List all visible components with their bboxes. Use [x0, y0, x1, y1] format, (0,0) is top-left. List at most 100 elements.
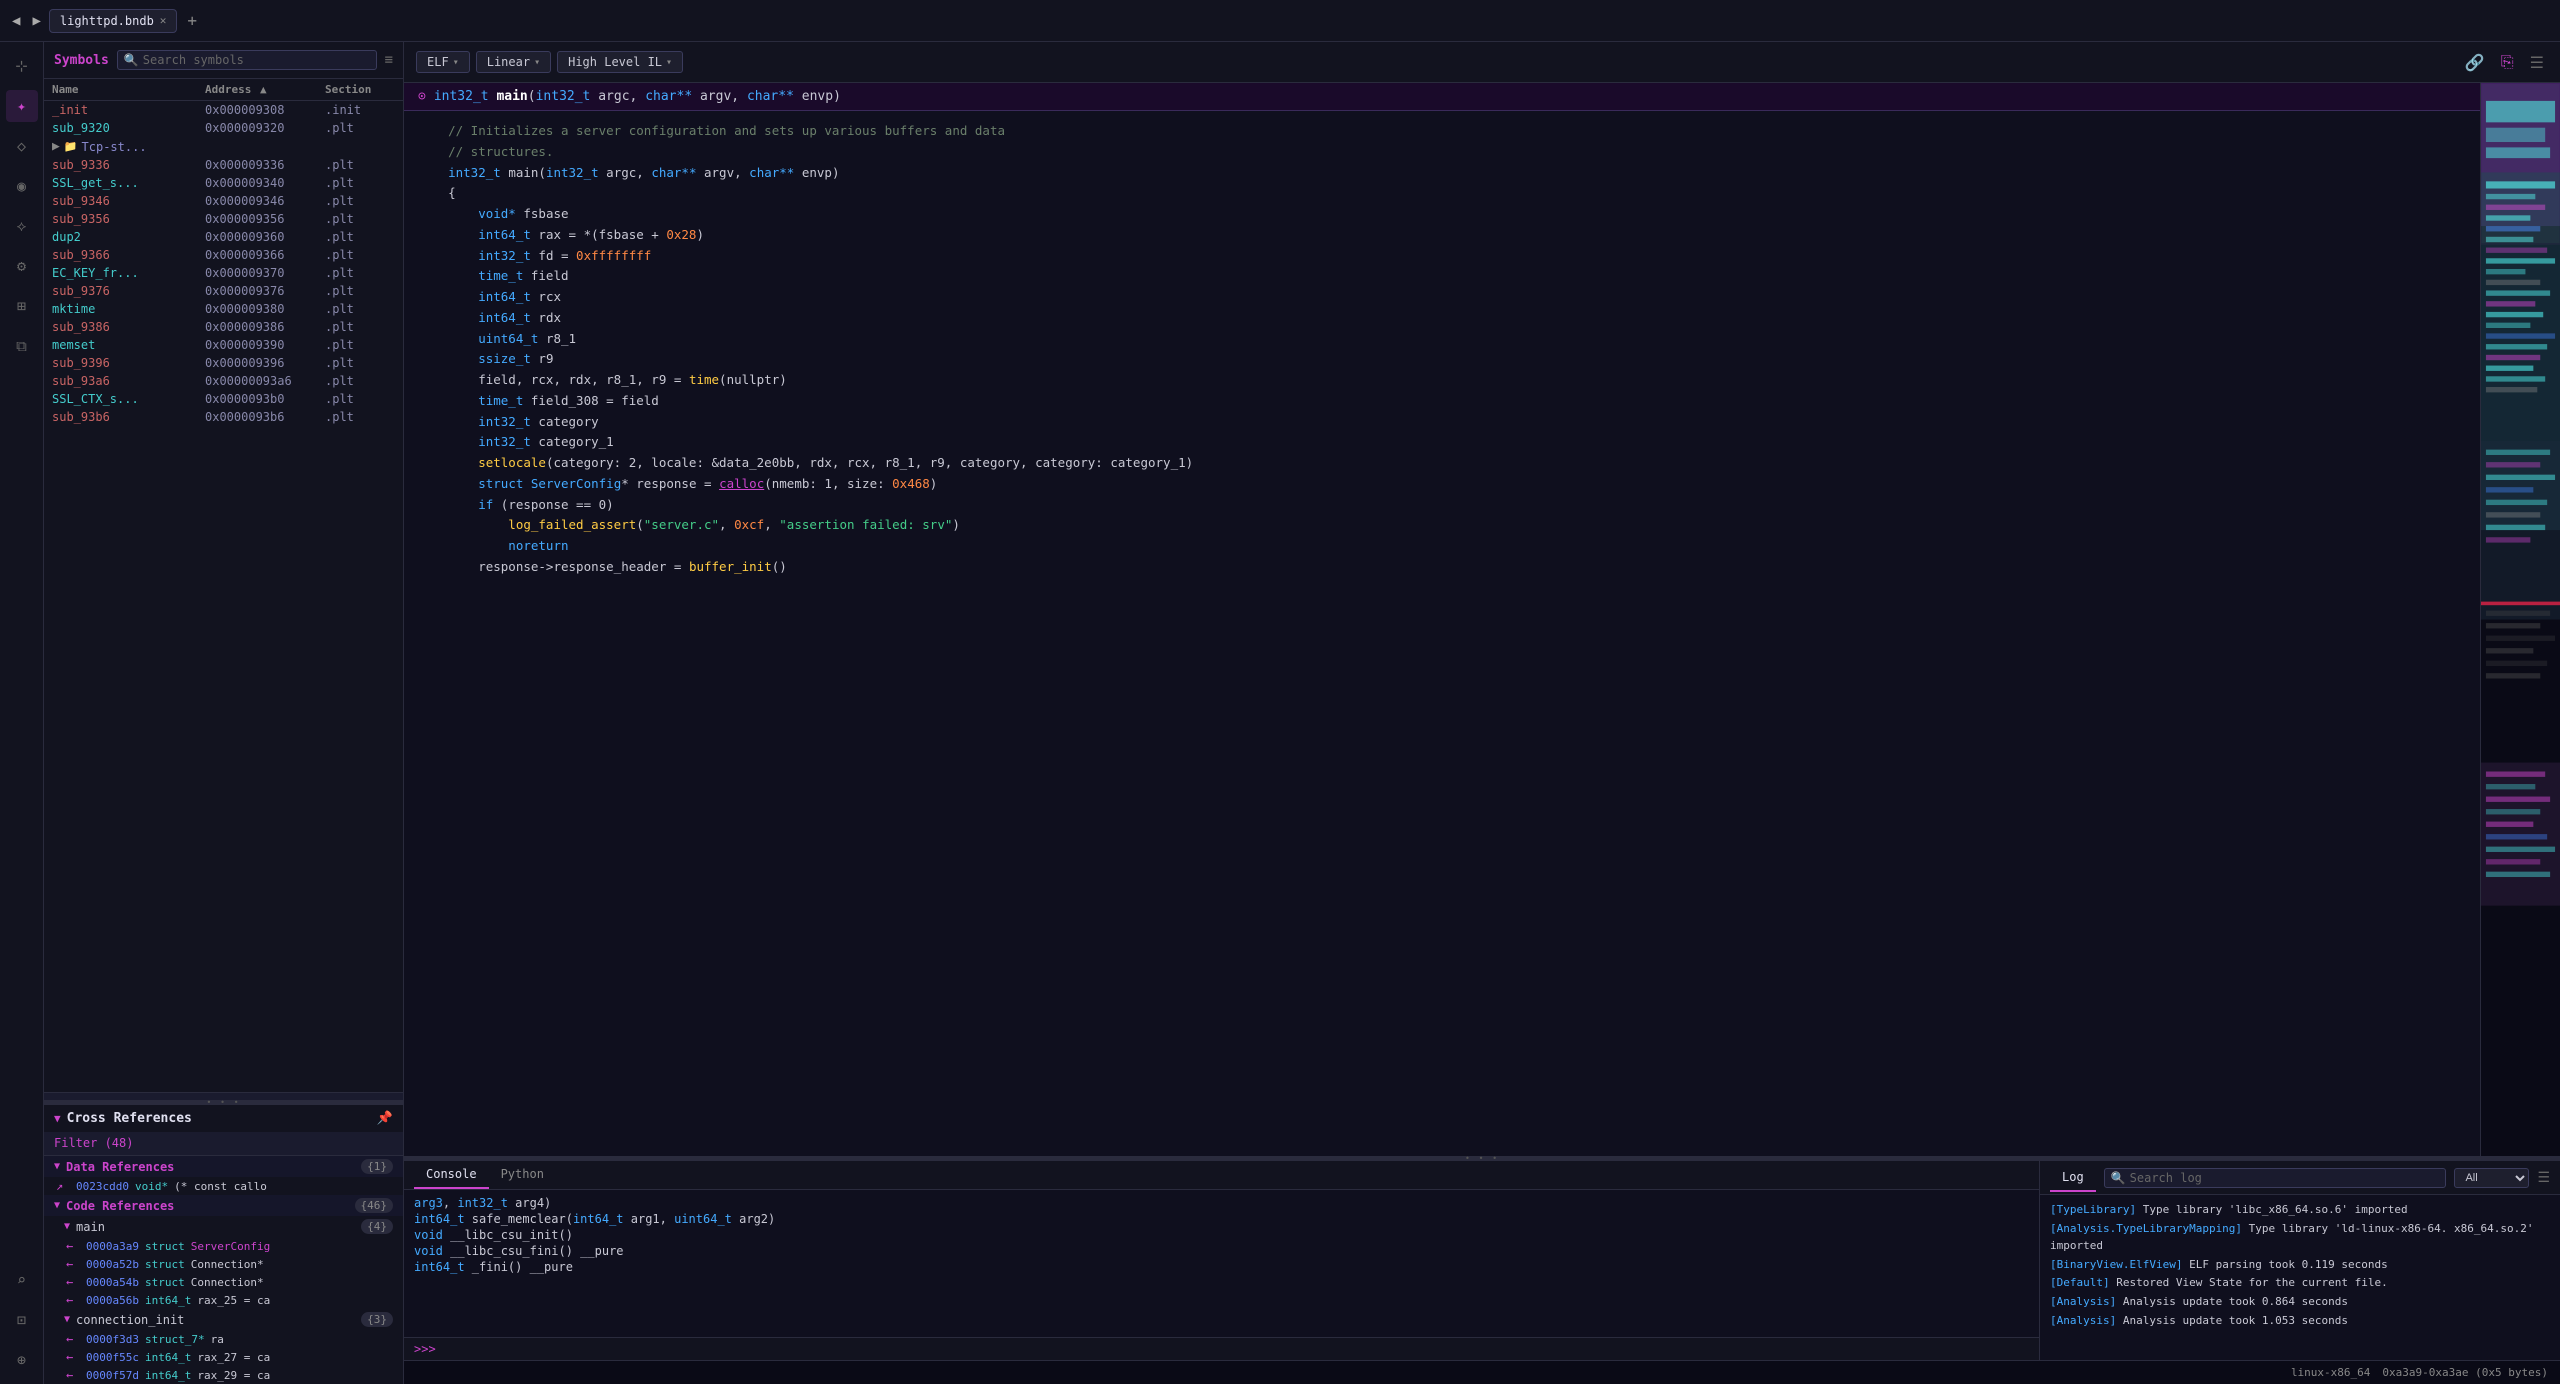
log-menu-icon[interactable]: ☰ [2537, 1170, 2550, 1186]
xref-item[interactable]: ← 0000f55c int64_t rax_27 = ca [54, 1348, 403, 1366]
console-prompt: >>> [414, 1342, 436, 1356]
symbol-row[interactable]: EC_KEY_fr... 0x000009370 .plt [44, 264, 403, 282]
address-range-text: 0xa3a9-0xa3ae (0x5 bytes) [2382, 1366, 2548, 1379]
code-line[interactable]: // Initializes a server configuration an… [404, 121, 2480, 142]
search-symbols-input[interactable]: 🔍 Search symbols [117, 50, 377, 70]
linear-button[interactable]: Linear ▾ [476, 51, 551, 73]
copy-button[interactable]: ⎘ [2497, 50, 2518, 74]
code-scroll[interactable]: // Initializes a server configuration an… [404, 111, 2480, 1156]
code-line[interactable]: struct ServerConfig* response = calloc(n… [404, 474, 2480, 495]
code-line[interactable]: int64_t rax = *(fsbase + 0x28) [404, 225, 2480, 246]
symbol-row[interactable]: sub_9366 0x000009366 .plt [44, 246, 403, 264]
bookmarks-icon[interactable]: ◉ [6, 170, 38, 202]
code-line[interactable]: // structures. [404, 142, 2480, 163]
console-content[interactable]: arg3, int32_t arg4) int64_t safe_memclea… [404, 1190, 2039, 1337]
symbol-row[interactable]: _init 0x000009308 .init [44, 101, 403, 119]
layers-icon[interactable]: ⧉ [6, 330, 38, 362]
code-line[interactable]: if (response == 0) [404, 495, 2480, 516]
nav-icon[interactable]: ⊹ [6, 50, 38, 82]
symbol-section: .plt [325, 356, 395, 370]
search-bottom-icon[interactable]: ⌕ [6, 1264, 38, 1296]
xref-type: int64_t [145, 1369, 191, 1382]
symbol-addr: 0x0000093b0 [205, 392, 325, 406]
symbol-row[interactable]: sub_9386 0x000009386 .plt [44, 318, 403, 336]
log-filter-select[interactable]: All Info Warning Error [2454, 1168, 2529, 1188]
icon-bar: ⊹ ✦ ◇ ◉ ⟡ ⚙ ⊞ ⧉ ⌕ ⊡ ⊕ [0, 42, 44, 1384]
code-line[interactable]: { [404, 183, 2480, 204]
code-line[interactable]: time_t field_308 = field [404, 391, 2480, 412]
symbol-section: .plt [325, 176, 395, 190]
console-tab[interactable]: Console [414, 1161, 489, 1189]
symbol-row[interactable]: sub_93b6 0x0000093b6 .plt [44, 408, 403, 426]
code-line[interactable]: int64_t rcx [404, 287, 2480, 308]
log-content[interactable]: [TypeLibrary] Type library 'libc_x86_64.… [2040, 1195, 2560, 1360]
file-tab[interactable]: lighttpd.bndb ✕ [49, 9, 178, 33]
workflow-icon[interactable]: ⟡ [6, 210, 38, 242]
crosshair-icon[interactable]: ⊕ [6, 1344, 38, 1376]
code-line[interactable]: ssize_t r9 [404, 349, 2480, 370]
tags-icon[interactable]: ◇ [6, 130, 38, 162]
code-line[interactable]: int32_t main(int32_t argc, char** argv, … [404, 163, 2480, 184]
menu-button[interactable]: ☰ [2526, 51, 2548, 74]
elf-button[interactable]: ELF ▾ [416, 51, 470, 73]
highlevel-button[interactable]: High Level IL ▾ [557, 51, 683, 73]
code-line[interactable]: field, rcx, rdx, r8_1, r9 = time(nullptr… [404, 370, 2480, 391]
link-button[interactable]: 🔗 [2461, 51, 2489, 74]
xref-item[interactable]: ← 0000a54b struct Connection* [54, 1273, 403, 1291]
xref-header[interactable]: ▼ Cross References 📌 [44, 1105, 403, 1132]
nav-forward[interactable]: ▶ [28, 13, 44, 29]
nav-back[interactable]: ◀ [8, 13, 24, 29]
code-line[interactable]: log_failed_assert("server.c", 0xcf, "ass… [404, 515, 2480, 536]
symbol-row[interactable]: dup2 0x000009360 .plt [44, 228, 403, 246]
data-references-header[interactable]: ▼ Data References {1} [44, 1156, 403, 1177]
new-tab-button[interactable]: + [181, 11, 203, 30]
python-tab[interactable]: Python [489, 1161, 556, 1189]
console-line: int64_t _fini() __pure [414, 1260, 2029, 1274]
xref-item[interactable]: ← 0000a56b int64_t rax_25 = ca [54, 1291, 403, 1309]
xref-item[interactable]: ← 0000f3d3 struct_7* ra [54, 1330, 403, 1348]
code-line[interactable]: response->response_header = buffer_init(… [404, 557, 2480, 578]
xref-pin-icon[interactable]: 📌 [377, 1111, 393, 1126]
func-sig-icon: ⊙ [418, 89, 426, 104]
group-row[interactable]: ▶ 📁 Tcp-st... [44, 137, 403, 156]
code-line[interactable]: int32_t fd = 0xffffffff [404, 246, 2480, 267]
grid-icon[interactable]: ⊞ [6, 290, 38, 322]
xref-filter[interactable]: Filter (48) [44, 1132, 403, 1156]
xref-arrow: ← [66, 1257, 80, 1271]
code-line[interactable]: time_t field [404, 266, 2480, 287]
xref-sub-main-header[interactable]: ▼ main {4} [54, 1216, 403, 1237]
symbols-icon[interactable]: ✦ [6, 90, 38, 122]
code-line[interactable]: noreturn [404, 536, 2480, 557]
debug-icon[interactable]: ⚙ [6, 250, 38, 282]
symbols-menu-icon[interactable]: ≡ [385, 52, 393, 68]
top-bar: ◀ ▶ lighttpd.bndb ✕ + [0, 0, 2560, 42]
tab-close-icon[interactable]: ✕ [160, 14, 167, 27]
symbol-row[interactable]: memset 0x000009390 .plt [44, 336, 403, 354]
code-line[interactable]: int64_t rdx [404, 308, 2480, 329]
code-references-header[interactable]: ▼ Code References {46} [44, 1195, 403, 1216]
xref-data-item[interactable]: ↗ 0023cdd0 void* (* const callo [44, 1177, 403, 1195]
log-search-input[interactable]: 🔍 Search log [2104, 1168, 2447, 1188]
code-line[interactable]: int32_t category_1 [404, 432, 2480, 453]
symbol-row[interactable]: sub_9320 0x000009320 .plt [44, 119, 403, 137]
code-line[interactable]: setlocale(category: 2, locale: &data_2e0… [404, 453, 2480, 474]
code-line[interactable]: void* fsbase [404, 204, 2480, 225]
symbol-row[interactable]: sub_9356 0x000009356 .plt [44, 210, 403, 228]
xref-sub-conn-header[interactable]: ▼ connection_init {3} [54, 1309, 403, 1330]
xref-item[interactable]: ← 0000a52b struct Connection* [54, 1255, 403, 1273]
symbol-row[interactable]: mktime 0x000009380 .plt [44, 300, 403, 318]
symbol-row[interactable]: sub_93a6 0x00000093a6 .plt [44, 372, 403, 390]
symbol-row[interactable]: sub_9396 0x000009396 .plt [44, 354, 403, 372]
code-line[interactable]: int32_t category [404, 412, 2480, 433]
log-tab[interactable]: Log [2050, 1164, 2096, 1192]
symbol-row[interactable]: SSL_CTX_s... 0x0000093b0 .plt [44, 390, 403, 408]
code-line[interactable]: uint64_t r8_1 [404, 329, 2480, 350]
symbol-row[interactable]: SSL_get_s... 0x000009340 .plt [44, 174, 403, 192]
xref-item[interactable]: ← 0000f57d int64_t rax_29 = ca [54, 1366, 403, 1384]
symbol-row[interactable]: sub_9346 0x000009346 .plt [44, 192, 403, 210]
symbols-header: Symbols 🔍 Search symbols ≡ [44, 42, 403, 79]
symbol-row[interactable]: sub_9376 0x000009376 .plt [44, 282, 403, 300]
xref-item[interactable]: ← 0000a3a9 struct ServerConfig [54, 1237, 403, 1255]
terminal-icon[interactable]: ⊡ [6, 1304, 38, 1336]
symbol-row[interactable]: sub_9336 0x000009336 .plt [44, 156, 403, 174]
